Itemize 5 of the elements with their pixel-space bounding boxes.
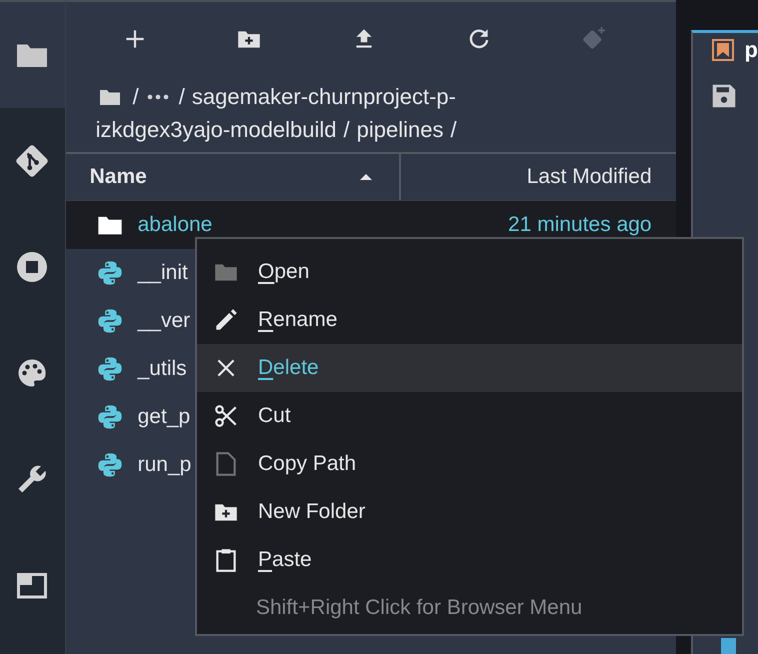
path-separator: / bbox=[178, 83, 185, 111]
path-separator: / bbox=[344, 116, 350, 144]
menu-hint: Shift+Right Click for Browser Menu bbox=[255, 595, 584, 621]
path-separator: / bbox=[132, 83, 139, 111]
path-separator: / bbox=[450, 116, 457, 144]
